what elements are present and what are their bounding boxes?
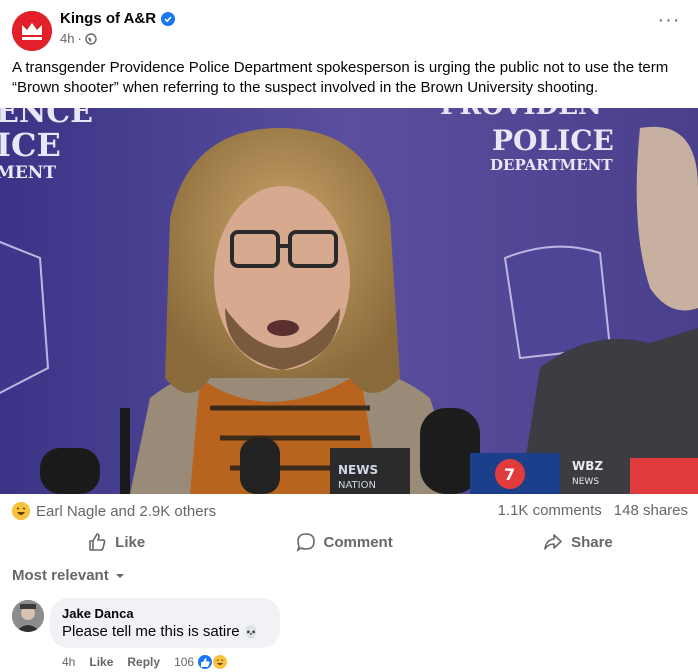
comment-reaction-count: 106: [174, 655, 195, 669]
comment-meta: 4h Like Reply 106: [62, 654, 229, 670]
commenter-name[interactable]: Jake Danca: [62, 606, 268, 621]
haha-reaction-icon: [212, 654, 229, 670]
share-label: Share: [571, 533, 613, 551]
post-meta: 4h ·: [60, 31, 97, 46]
commenter-avatar[interactable]: [12, 600, 44, 632]
like-button[interactable]: Like: [67, 527, 165, 557]
share-button[interactable]: Share: [523, 527, 633, 557]
shares-count[interactable]: 148 shares: [614, 502, 688, 519]
comment-text: Please tell me this is satire: [62, 623, 240, 640]
engagement-counts: 1.1K comments 148 shares: [498, 502, 688, 519]
post-image[interactable]: ENCE ICE MENT PROVIDEN POLICE DEPARTMENT: [0, 108, 698, 494]
verified-badge-icon: [161, 11, 176, 26]
sort-label: Most relevant: [12, 567, 109, 584]
comments-count[interactable]: 1.1K comments: [498, 502, 602, 519]
mic-label-4: NEWS: [572, 477, 599, 487]
crown-icon: [12, 11, 52, 51]
comment-bubble: Jake Danca Please tell me this is satire…: [50, 598, 280, 648]
globe-icon: [85, 32, 97, 45]
comment-button[interactable]: Comment: [276, 527, 413, 557]
post-text: A transgender Providence Police Departme…: [12, 59, 669, 96]
backdrop-text-right-1: PROVIDEN: [440, 108, 602, 121]
post-header: Kings of A&R 4h · ···: [12, 8, 686, 52]
share-icon: [544, 534, 562, 550]
speaker-mouth: [267, 320, 299, 336]
comment-time[interactable]: 4h: [62, 655, 75, 669]
reactors-text[interactable]: Earl Nagle and 2.9K others: [36, 503, 216, 520]
skull-emoji: 💀: [243, 625, 259, 639]
haha-reaction-icon: [12, 502, 30, 520]
comment-reply-button[interactable]: Reply: [127, 655, 160, 669]
mic-label-1: NEWS: [338, 463, 378, 477]
comment-icon: [296, 533, 315, 552]
comment-label: Comment: [323, 533, 393, 551]
backdrop-text-left-3: MENT: [0, 163, 56, 183]
meta-separator: ·: [77, 31, 82, 46]
comment-sort-dropdown[interactable]: Most relevant: [12, 567, 125, 584]
post-stats: Earl Nagle and 2.9K others 1.1K comments…: [12, 500, 688, 522]
post-time[interactable]: 4h: [60, 31, 74, 46]
thumbs-up-icon: [89, 533, 106, 551]
like-reaction-icon: [197, 654, 214, 670]
page-avatar[interactable]: [12, 11, 52, 51]
mic-label-3: WBZ: [572, 459, 603, 473]
author-name-row: Kings of A&R: [60, 10, 176, 27]
backdrop-text-right-2: POLICE: [492, 124, 614, 157]
reaction-summary[interactable]: Earl Nagle and 2.9K others: [12, 502, 216, 520]
backdrop-text-right-3: DEPARTMENT: [490, 156, 613, 174]
comment-like-button[interactable]: Like: [89, 655, 113, 669]
more-options-button[interactable]: ···: [656, 10, 682, 34]
backdrop-text-left-2: ICE: [0, 126, 61, 164]
author-name[interactable]: Kings of A&R: [60, 10, 156, 27]
comment-reactions[interactable]: 106: [174, 654, 229, 670]
mic-number: 7: [504, 465, 515, 484]
chevron-down-icon: [115, 573, 124, 578]
comment-text-row: Please tell me this is satire 💀: [62, 623, 268, 640]
post-actions: Like Comment Share: [12, 527, 688, 557]
mic-label-2: NATION: [338, 480, 376, 491]
like-label: Like: [115, 533, 146, 551]
police-seal-right: [503, 245, 612, 360]
